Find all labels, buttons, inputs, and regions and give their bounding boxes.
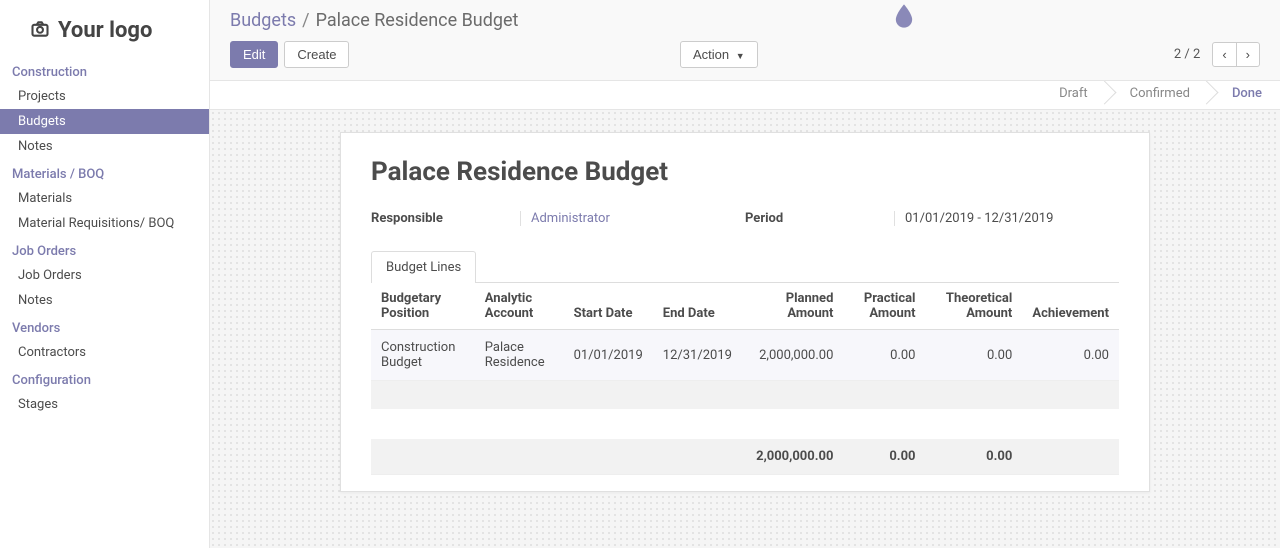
cell-theoretical-amount: 0.00 <box>926 330 1023 381</box>
chevron-down-icon: ▼ <box>736 51 745 61</box>
nav-section-job-orders[interactable]: Job Orders <box>0 236 209 263</box>
cell-practical-amount: 0.00 <box>843 330 925 381</box>
sidebar-item-stages[interactable]: Stages <box>0 392 209 417</box>
cell-planned-amount: 2,000,000.00 <box>742 330 843 381</box>
total-planned: 2,000,000.00 <box>742 439 843 475</box>
col-analytic-account[interactable]: Analytic Account <box>475 283 564 330</box>
content-area: Palace Residence Budget Responsible Admi… <box>210 110 1280 548</box>
action-label: Action <box>693 47 729 62</box>
nav-section-configuration[interactable]: Configuration <box>0 365 209 392</box>
breadcrumb-separator: / <box>302 10 309 31</box>
action-dropdown[interactable]: Action ▼ <box>680 41 758 68</box>
logo[interactable]: Your logo <box>0 18 209 57</box>
nav-section-vendors[interactable]: Vendors <box>0 313 209 340</box>
nav-section-construction[interactable]: Construction <box>0 57 209 84</box>
breadcrumb-current: Palace Residence Budget <box>316 10 519 31</box>
cell-achievement: 0.00 <box>1022 330 1119 381</box>
breadcrumb-root[interactable]: Budgets <box>230 10 296 31</box>
total-practical: 0.00 <box>843 439 925 475</box>
create-button[interactable]: Create <box>284 41 349 68</box>
statusbar: Draft Confirmed Done <box>210 80 1280 110</box>
main: Budgets / Palace Residence Budget Edit C… <box>210 0 1280 548</box>
col-theoretical-amount[interactable]: Theoretical Amount <box>926 283 1023 330</box>
water-drop-icon <box>890 2 918 34</box>
sidebar: Your logo Construction Projects Budgets … <box>0 0 210 548</box>
col-budgetary-position[interactable]: Budgetary Position <box>371 283 475 330</box>
status-step-confirmed[interactable]: Confirmed <box>1106 81 1208 109</box>
page-title: Palace Residence Budget <box>371 157 1119 187</box>
nav-section-materials[interactable]: Materials / BOQ <box>0 159 209 186</box>
period-value: 01/01/2019 - 12/31/2019 <box>895 211 1053 226</box>
total-theoretical: 0.00 <box>926 439 1023 475</box>
sidebar-item-job-notes[interactable]: Notes <box>0 288 209 313</box>
camera-icon <box>30 19 50 43</box>
pager-count: 2 / 2 <box>1174 47 1200 62</box>
col-achievement[interactable]: Achievement <box>1022 283 1119 330</box>
cell-end-date: 12/31/2019 <box>653 330 742 381</box>
edit-button[interactable]: Edit <box>230 41 278 68</box>
cell-start-date: 01/01/2019 <box>564 330 653 381</box>
budget-lines-table: Budgetary Position Analytic Account Star… <box>371 283 1119 475</box>
breadcrumb: Budgets / Palace Residence Budget <box>230 10 1260 31</box>
sidebar-item-job-orders[interactable]: Job Orders <box>0 263 209 288</box>
pager-prev-button[interactable]: ‹ <box>1212 42 1236 67</box>
sidebar-item-projects[interactable]: Projects <box>0 84 209 109</box>
table-totals-row: 2,000,000.00 0.00 0.00 <box>371 439 1119 475</box>
cell-budgetary-position: Construction Budget <box>371 330 475 381</box>
cell-analytic-account: Palace Residence <box>475 330 564 381</box>
tab-budget-lines[interactable]: Budget Lines <box>371 251 476 283</box>
sidebar-item-contractors[interactable]: Contractors <box>0 340 209 365</box>
table-row[interactable]: Construction Budget Palace Residence 01/… <box>371 330 1119 381</box>
table-header-row: Budgetary Position Analytic Account Star… <box>371 283 1119 330</box>
pager-next-button[interactable]: › <box>1237 42 1260 67</box>
col-start-date[interactable]: Start Date <box>564 283 653 330</box>
responsible-label: Responsible <box>371 211 521 226</box>
logo-text: Your logo <box>58 18 152 43</box>
spacer-row <box>371 381 1119 409</box>
period-label: Period <box>745 211 895 226</box>
topbar: Budgets / Palace Residence Budget <box>210 0 1280 41</box>
form-sheet: Palace Residence Budget Responsible Admi… <box>340 132 1150 492</box>
sidebar-item-budgets[interactable]: Budgets <box>0 109 209 134</box>
chevron-left-icon: ‹ <box>1222 47 1226 62</box>
sidebar-item-materials[interactable]: Materials <box>0 186 209 211</box>
col-end-date[interactable]: End Date <box>653 283 742 330</box>
responsible-value[interactable]: Administrator <box>521 211 610 226</box>
toolbar: Edit Create Action ▼ 2 / 2 ‹ › <box>210 41 1280 80</box>
gap-row <box>371 409 1119 439</box>
chevron-right-icon: › <box>1246 47 1250 62</box>
status-step-done[interactable]: Done <box>1208 81 1280 109</box>
status-step-draft[interactable]: Draft <box>1035 81 1106 109</box>
col-practical-amount[interactable]: Practical Amount <box>843 283 925 330</box>
sidebar-item-material-requisitions[interactable]: Material Requisitions/ BOQ <box>0 211 209 236</box>
sidebar-item-notes[interactable]: Notes <box>0 134 209 159</box>
col-planned-amount[interactable]: Planned Amount <box>742 283 843 330</box>
tabs: Budget Lines <box>371 250 1119 283</box>
